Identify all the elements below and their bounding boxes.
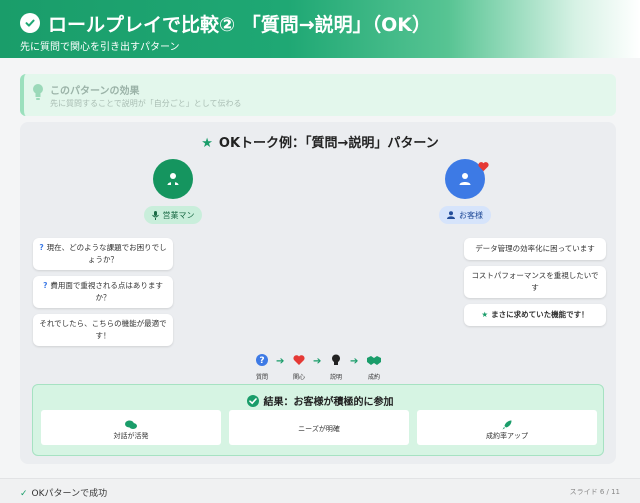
check-circle-icon — [246, 395, 259, 407]
flow-label: 説明 — [329, 374, 342, 381]
result-title: 結果：お客様が積極的に参加 — [0, 393, 640, 408]
slide-title: ロールプレイで比較② 「質問→説明」（OK） — [48, 14, 431, 36]
effect-title: このパターンの効果 — [50, 86, 140, 97]
result-card-label: ニーズが明確 — [298, 425, 340, 433]
handshake-icon — [367, 356, 381, 365]
flow-step-question: ? 質問 — [250, 351, 274, 381]
star-icon: ★ — [201, 136, 213, 151]
panel-title-text: OKトーク例：「質問→説明」パターン — [218, 136, 439, 151]
customer-bubble: コストパフォーマンスを重視したいです — [464, 266, 606, 298]
person-icon — [447, 211, 455, 219]
question-circle-icon: ? — [256, 354, 268, 366]
arrow-right-icon: ➔ — [276, 356, 285, 367]
flow-step-explain: 説明 — [324, 351, 348, 381]
heart-icon — [293, 355, 305, 365]
effect-callout: このパターンの効果 先に質問することで説明が「自分ごと」として伝わる — [20, 74, 616, 116]
bubble-text: コストパフォーマンスを重視したいです — [471, 271, 599, 292]
footer-status: ✓ OKパターンで成功 — [20, 486, 107, 499]
footer-status-text: OKパターンで成功 — [31, 489, 108, 499]
bubble-text: それでしたら、こちらの機能が最適です！ — [39, 319, 167, 340]
result-title-text: 結果：お客様が積極的に参加 — [263, 397, 394, 408]
heart-icon — [478, 157, 489, 172]
question-icon: ? — [39, 243, 44, 252]
sales-bubble: それでしたら、こちらの機能が最適です！ — [33, 314, 173, 346]
flow-step-close: 成約 — [362, 351, 386, 381]
result-card-label: 成約率アップ — [486, 432, 528, 440]
sales-avatar — [153, 159, 193, 199]
check-circle-icon — [20, 13, 40, 33]
result-card: 成約率アップ — [417, 410, 597, 445]
customer-bubble: データ管理の効率化に困っています — [464, 238, 606, 260]
lightbulb-icon — [332, 354, 340, 365]
slide-counter: スライド 6 / 11 — [569, 488, 620, 496]
user-icon — [167, 173, 179, 185]
sales-bubble: ? 現在、どのような課題でお困りでしょうか？ — [33, 238, 173, 270]
flow-label: 成約 — [367, 374, 380, 381]
panel-title: ★ OKトーク例：「質問→説明」パターン — [0, 132, 640, 151]
question-icon: ? — [43, 281, 48, 290]
sales-bubble: ? 費用面で重視される点はありますか？ — [33, 276, 173, 308]
user-icon — [459, 173, 471, 185]
result-card: 対話が活発 — [41, 410, 221, 445]
slide-header: ロールプレイで比較② 「質問→説明」（OK） 先に質問で関心を引き出すパターン — [0, 0, 640, 58]
star-icon: ★ — [481, 310, 489, 319]
arrow-right-icon: ➔ — [313, 356, 322, 367]
result-card-label: 対話が活発 — [113, 432, 149, 440]
slide-footer: ✓ OKパターンで成功 スライド 6 / 11 — [0, 478, 640, 503]
sales-role-label: 営業マン — [162, 210, 195, 220]
sales-role-tag: 営業マン — [144, 206, 202, 224]
flow-label: 質問 — [255, 374, 268, 381]
flow-step-interest: 関心 — [287, 351, 311, 381]
customer-role-label: お客様 — [459, 210, 483, 220]
check-icon: ✓ — [20, 489, 28, 499]
microphone-icon — [151, 210, 159, 220]
customer-bubble: ★ まさに求めていた機能です！ — [464, 304, 606, 326]
bubble-text: 費用面で重視される点はありますか？ — [50, 281, 163, 302]
effect-description: 先に質問することで説明が「自分ごと」として伝わる — [50, 99, 242, 108]
customer-role-tag: お客様 — [439, 206, 491, 224]
result-card: ニーズが明確 — [229, 410, 409, 445]
svg-text:?: ? — [259, 356, 264, 366]
slide-subtitle: 先に質問で関心を引き出すパターン — [20, 42, 180, 53]
bubble-text: 現在、どのような課題でお困りでしょうか？ — [46, 243, 167, 264]
arrow-right-icon: ➔ — [350, 356, 359, 367]
bubble-text: データ管理の効率化に困っています — [475, 244, 595, 253]
flow-label: 関心 — [292, 374, 305, 381]
lightbulb-icon — [32, 83, 44, 101]
bubble-text: まさに求めていた機能です！ — [491, 310, 589, 319]
